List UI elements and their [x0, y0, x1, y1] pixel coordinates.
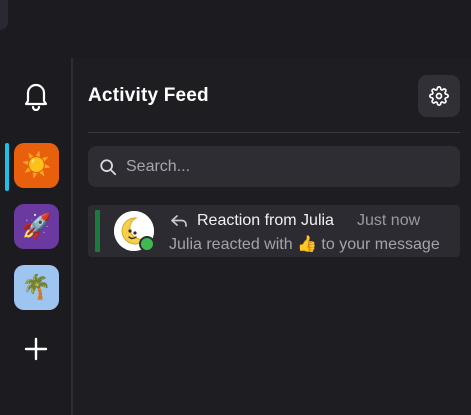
active-server-indicator	[5, 143, 9, 191]
online-status-dot	[139, 236, 155, 252]
search-icon	[100, 159, 117, 176]
server-button-palm[interactable]: 🌴	[14, 265, 59, 310]
page-title: Activity Feed	[88, 85, 209, 106]
notification-time: Just now	[357, 212, 421, 229]
add-server-button[interactable]	[22, 335, 50, 363]
reply-icon	[171, 215, 187, 227]
settings-button[interactable]	[418, 75, 460, 117]
unread-indicator	[95, 210, 100, 252]
notification-item[interactable]: Reaction from Julia Just now Julia react…	[88, 205, 460, 257]
rocket-icon: 🚀	[21, 213, 52, 240]
search-box	[88, 146, 460, 187]
plus-icon	[24, 337, 48, 361]
palm-tree-icon: 🌴	[21, 274, 52, 301]
notification-title: Reaction from Julia	[197, 212, 334, 229]
sun-icon: ☀️	[21, 152, 52, 179]
top-strip	[0, 0, 471, 58]
window-corner	[0, 0, 8, 30]
bell-icon[interactable]	[20, 80, 52, 112]
notification-preview: Julia reacted with 👍 to your message	[169, 236, 440, 253]
header-divider	[88, 132, 460, 133]
gear-icon	[429, 86, 449, 106]
search-input[interactable]	[126, 146, 446, 187]
server-button-rocket[interactable]: 🚀	[14, 204, 59, 249]
server-button-sun[interactable]: ☀️	[14, 143, 59, 188]
